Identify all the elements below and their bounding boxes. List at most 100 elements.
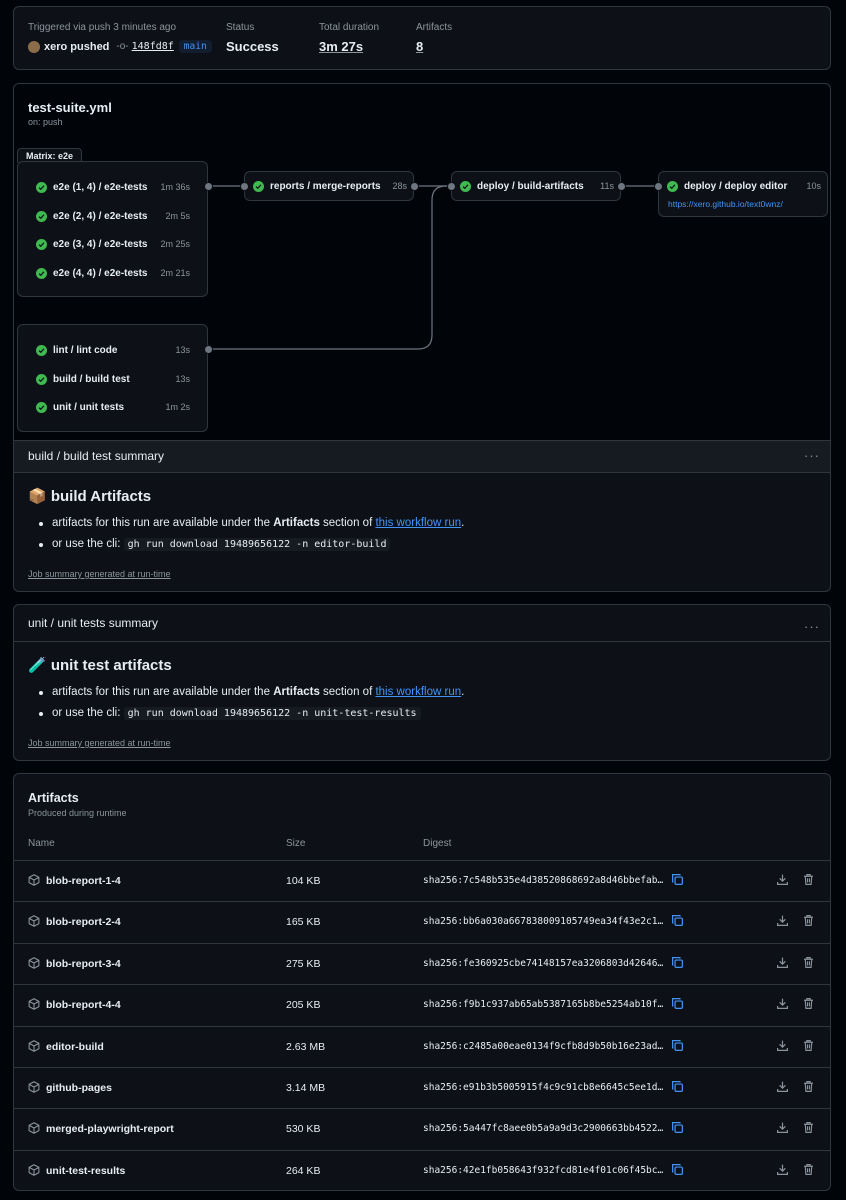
job-duration: 2m 5s: [165, 211, 190, 221]
trash-icon[interactable]: [802, 1121, 815, 1137]
artifact-name[interactable]: github-pages: [46, 1082, 112, 1094]
artifact-name[interactable]: blob-report-2-4: [46, 916, 121, 928]
job-e2e-4[interactable]: e2e (4, 4) / e2e-tests 2m 21s: [36, 263, 190, 283]
trash-icon[interactable]: [802, 1039, 815, 1055]
download-icon[interactable]: [776, 1080, 789, 1096]
job-name: e2e (4, 4) / e2e-tests: [53, 267, 148, 279]
job-summary-footer[interactable]: Job summary generated at run-time: [28, 569, 171, 579]
artifacts-subtitle: Produced during runtime: [28, 808, 127, 818]
download-icon[interactable]: [776, 914, 789, 930]
job-duration: 11s: [600, 181, 614, 191]
matrix-group: e2e (1, 4) / e2e-tests 1m 36s e2e (2, 4)…: [17, 161, 208, 297]
download-icon[interactable]: [776, 956, 789, 972]
job-name: deploy / deploy editor: [684, 180, 788, 192]
job-unit[interactable]: unit / unit tests 1m 2s: [36, 397, 190, 417]
commit-icon: -o-: [116, 41, 129, 52]
copy-icon[interactable]: [671, 1080, 684, 1096]
artifact-name[interactable]: editor-build: [46, 1041, 104, 1053]
summary-list: artifacts for this run are available und…: [38, 513, 465, 555]
job-duration: 13s: [175, 345, 190, 355]
artifacts-count[interactable]: 8: [416, 39, 423, 54]
artifact-size: 275 KB: [286, 957, 321, 970]
summary-title-text: unit test artifacts: [50, 657, 172, 674]
download-icon[interactable]: [776, 997, 789, 1013]
artifact-name[interactable]: blob-report-1-4: [46, 875, 121, 887]
copy-icon[interactable]: [671, 1039, 684, 1055]
copy-icon[interactable]: [671, 1163, 684, 1179]
artifact-name[interactable]: merged-playwright-report: [46, 1123, 174, 1135]
artifact-name[interactable]: unit-test-results: [46, 1165, 125, 1177]
copy-icon[interactable]: [671, 1121, 684, 1137]
list-item: artifacts for this run are available und…: [38, 513, 465, 534]
column-size: Size: [286, 838, 306, 849]
trash-icon[interactable]: [802, 914, 815, 930]
kebab-menu-icon[interactable]: ···: [804, 441, 820, 471]
summary-title: 🧪 unit test artifacts: [28, 656, 172, 674]
trash-icon[interactable]: [802, 956, 815, 972]
artifact-name[interactable]: blob-report-3-4: [46, 958, 121, 970]
success-check-icon: [36, 238, 47, 250]
connector-dot: [204, 182, 213, 191]
cli-command: gh run download 19489656122 -n unit-test…: [123, 707, 421, 720]
copy-icon[interactable]: [671, 997, 684, 1013]
package-icon: [28, 1039, 40, 1055]
commit-sha[interactable]: 148fd8f: [132, 41, 174, 52]
artifact-digest: sha256:42e1fb058643f932fcd81e4f01c06f45b…: [423, 1164, 668, 1176]
copy-icon[interactable]: [671, 956, 684, 972]
trash-icon[interactable]: [802, 1080, 815, 1096]
job-summary-footer[interactable]: Job summary generated at run-time: [28, 738, 171, 748]
job-build[interactable]: build / build test 13s: [36, 369, 190, 389]
unit-summary-card: unit / unit tests summary ··· 🧪 unit tes…: [13, 604, 831, 761]
job-deploy-build[interactable]: deploy / build-artifacts 11s: [451, 171, 621, 201]
job-duration: 1m 2s: [165, 402, 190, 412]
job-e2e-2[interactable]: e2e (2, 4) / e2e-tests 2m 5s: [36, 206, 190, 226]
artifacts-label: Artifacts: [416, 22, 453, 33]
success-check-icon: [36, 181, 47, 193]
status-value: Success: [226, 39, 279, 54]
trash-icon[interactable]: [802, 873, 815, 889]
workflow-trigger: on: push: [28, 117, 63, 127]
kebab-menu-icon[interactable]: ···: [804, 608, 820, 645]
job-row: deploy / build-artifacts 11s: [460, 176, 614, 196]
artifact-digest: sha256:fe360925cbe74148157ea3206803d4264…: [423, 957, 668, 969]
job-duration: 13s: [175, 374, 190, 384]
artifacts-bold: Artifacts: [273, 517, 320, 529]
job-deploy-editor[interactable]: deploy / deploy editor 10s https://xero.…: [658, 171, 828, 217]
job-e2e-1[interactable]: e2e (1, 4) / e2e-tests 1m 36s: [36, 177, 190, 197]
workflow-run-link[interactable]: this workflow run: [375, 517, 461, 529]
copy-icon[interactable]: [671, 873, 684, 889]
package-icon: [28, 874, 40, 889]
download-icon[interactable]: [776, 1163, 789, 1179]
deploy-url[interactable]: https://xero.github.io/text0wnz/: [668, 199, 783, 209]
test-tube-icon: 🧪: [28, 657, 47, 674]
trash-icon[interactable]: [802, 997, 815, 1013]
job-duration: 2m 25s: [160, 239, 190, 249]
duration-value[interactable]: 3m 27s: [319, 39, 363, 54]
table-row: merged-playwright-report 530 KB sha256:5a4…: [14, 1108, 830, 1149]
artifact-name[interactable]: blob-report-4-4: [46, 999, 121, 1011]
job-lint[interactable]: lint / lint code 13s: [36, 340, 190, 360]
download-icon[interactable]: [776, 1039, 789, 1055]
job-reports[interactable]: reports / merge-reports 28s: [244, 171, 414, 201]
workflow-file[interactable]: test-suite.yml: [28, 100, 112, 115]
artifact-digest: sha256:7c548b535e4d38520868692a8d46bbefa…: [423, 875, 668, 886]
artifact-digest: sha256:bb6a030a667838009105749ea34f43e2c…: [423, 916, 668, 928]
artifact-size: 3.14 MB: [286, 1082, 326, 1094]
summary-list: artifacts for this run are available und…: [38, 682, 464, 724]
package-icon: [28, 1163, 40, 1179]
success-check-icon: [36, 344, 47, 356]
download-icon[interactable]: [776, 1121, 789, 1137]
trash-icon[interactable]: [802, 1163, 815, 1179]
download-icon[interactable]: [776, 873, 789, 889]
branch-badge[interactable]: main: [178, 40, 212, 53]
actor-avatar[interactable]: [28, 40, 40, 53]
copy-icon[interactable]: [671, 914, 684, 930]
actor-name[interactable]: xero pushed: [44, 41, 109, 53]
job-name: build / build test: [53, 373, 130, 385]
text: .: [461, 517, 465, 529]
job-e2e-3[interactable]: e2e (3, 4) / e2e-tests 2m 25s: [36, 234, 190, 254]
build-summary-card: build / build test summary ··· 📦 build A…: [13, 440, 831, 592]
workflow-run-link[interactable]: this workflow run: [375, 686, 461, 698]
job-name: reports / merge-reports: [270, 180, 381, 192]
status-label: Status: [226, 22, 255, 33]
